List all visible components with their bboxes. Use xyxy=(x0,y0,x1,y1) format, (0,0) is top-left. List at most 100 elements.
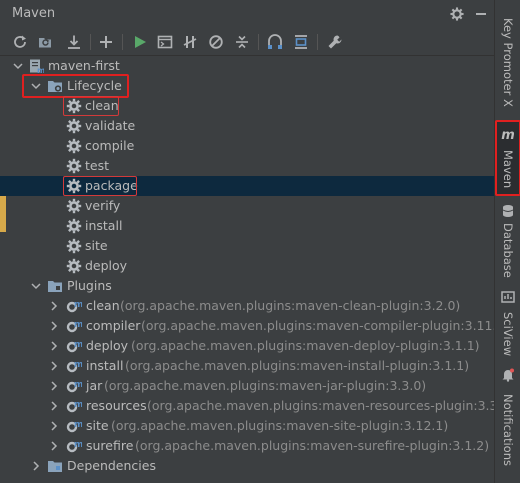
goal-label: verify xyxy=(85,198,121,213)
folder-plugin-icon xyxy=(48,281,62,292)
maven-tool-window: Maven m maven-first Lifecycle clean vali… xyxy=(0,0,514,483)
tree-node-plugins[interactable]: Plugins xyxy=(0,276,494,296)
download-icon[interactable] xyxy=(64,32,84,52)
settings-wrench-icon[interactable] xyxy=(325,32,345,52)
plugins-label: Plugins xyxy=(67,278,112,293)
run-icon[interactable] xyxy=(130,32,150,52)
chevron-down-icon[interactable] xyxy=(11,59,25,73)
maven-plugin-icon: m xyxy=(66,340,82,353)
gear-icon[interactable] xyxy=(448,5,466,23)
svg-text:m: m xyxy=(74,420,82,430)
maven-plugin-icon: m xyxy=(66,420,82,433)
reload-icon[interactable] xyxy=(10,32,30,52)
lifecycle-goal[interactable]: validate xyxy=(0,116,494,136)
gear-icon xyxy=(66,158,82,174)
svg-text:m: m xyxy=(74,340,82,350)
plugin-name: deploy xyxy=(86,338,129,353)
lifecycle-goal[interactable]: site xyxy=(0,236,494,256)
maven-plugin-icon: m xyxy=(66,380,82,393)
lifecycle-goal[interactable]: compile xyxy=(0,136,494,156)
plugin-name: resources xyxy=(86,398,147,413)
add-icon[interactable] xyxy=(96,32,116,52)
maven-logo-icon: m xyxy=(501,128,515,143)
tab-key-promoter-x[interactable]: Key Promoter X xyxy=(495,8,520,116)
plugin-item[interactable]: m deploy (org.apache.maven.plugins:maven… xyxy=(0,336,494,356)
lifecycle-goal[interactable]: deploy xyxy=(0,256,494,276)
tool-window-title: Maven xyxy=(12,6,56,21)
plugin-item[interactable]: m resources (org.apache.maven.plugins:ma… xyxy=(0,396,514,416)
tool-window-header: Maven xyxy=(0,0,494,28)
tree-node-dependencies[interactable]: Dependencies xyxy=(0,456,494,476)
plugin-detail: (org.apache.maven.plugins:maven-install-… xyxy=(125,358,470,373)
execute-goal-icon[interactable] xyxy=(155,32,175,52)
plugin-name: compiler xyxy=(86,318,141,333)
gear-icon xyxy=(66,118,82,134)
folder-dependencies-icon xyxy=(48,461,62,472)
dependencies-label: Dependencies xyxy=(67,458,156,473)
lifecycle-goal[interactable]: test xyxy=(0,156,494,176)
tree-node-project[interactable]: m maven-first xyxy=(0,56,494,76)
goal-label: compile xyxy=(85,138,135,153)
maven-plugin-icon: m xyxy=(66,360,82,373)
plugin-detail: (org.apache.maven.plugins:maven-surefire… xyxy=(135,438,490,453)
minimize-icon[interactable] xyxy=(472,5,490,23)
align-icon[interactable] xyxy=(291,32,311,52)
show-dependencies-icon[interactable] xyxy=(265,32,285,52)
plugin-item[interactable]: m site (org.apache.maven.plugins:maven-s… xyxy=(0,416,494,436)
goal-label: test xyxy=(85,158,110,173)
plugin-item[interactable]: m jar (org.apache.maven.plugins:maven-ja… xyxy=(0,376,494,396)
tab-notifications[interactable]: Notifications xyxy=(495,384,520,476)
tab-database[interactable]: Database xyxy=(495,220,520,280)
plugin-detail: (org.apache.maven.plugins:maven-jar-plug… xyxy=(104,378,427,393)
lifecycle-goal[interactable]: install xyxy=(0,216,494,236)
svg-text:m: m xyxy=(74,380,82,390)
maven-plugin-icon: m xyxy=(66,300,82,313)
toggle-offline-icon[interactable] xyxy=(180,32,200,52)
maven-project-icon: m xyxy=(30,59,44,74)
chevron-right-icon[interactable] xyxy=(47,419,61,433)
sciview-icon xyxy=(501,291,515,303)
skip-tests-icon[interactable] xyxy=(206,32,226,52)
chevron-right-icon[interactable] xyxy=(47,319,61,333)
gear-icon xyxy=(66,258,82,274)
maven-plugin-icon: m xyxy=(66,440,82,453)
maven-plugin-icon: m xyxy=(66,400,82,413)
plugin-name: clean xyxy=(86,298,120,313)
chevron-right-icon[interactable] xyxy=(47,299,61,313)
lifecycle-goal[interactable]: verify xyxy=(0,196,494,216)
clean-highlight-box xyxy=(63,96,119,116)
project-label: maven-first xyxy=(48,58,120,73)
chevron-right-icon[interactable] xyxy=(47,399,61,413)
chevron-right-icon[interactable] xyxy=(47,439,61,453)
tab-maven[interactable]: m Maven xyxy=(495,120,520,196)
plugin-detail: (org.apache.maven.plugins:maven-resource… xyxy=(147,398,515,413)
chevron-down-icon[interactable] xyxy=(29,279,43,293)
plugin-name: surefire xyxy=(86,438,134,453)
plugin-detail: (org.apache.maven.plugins:maven-compiler… xyxy=(141,318,510,333)
plugin-detail: (org.apache.maven.plugins:maven-deploy-p… xyxy=(131,338,480,353)
chevron-right-icon[interactable] xyxy=(47,339,61,353)
tab-sciview[interactable]: SciView xyxy=(495,306,520,362)
plugin-item[interactable]: m surefire (org.apache.maven.plugins:mav… xyxy=(0,436,494,456)
database-icon xyxy=(502,205,514,217)
plugin-item[interactable]: m clean (org.apache.maven.plugins:maven-… xyxy=(0,296,494,316)
plugin-item[interactable]: m compiler (org.apache.maven.plugins:mav… xyxy=(0,316,509,336)
gear-icon xyxy=(66,218,82,234)
gear-icon xyxy=(66,238,82,254)
chevron-right-icon[interactable] xyxy=(47,379,61,393)
plugin-item[interactable]: m install (org.apache.maven.plugins:mave… xyxy=(0,356,494,376)
maven-plugin-icon: m xyxy=(66,320,82,333)
chevron-right-icon[interactable] xyxy=(29,459,43,473)
maven-toolbar xyxy=(0,28,494,56)
plugin-detail: (org.apache.maven.plugins:maven-site-plu… xyxy=(111,418,449,433)
svg-text:m: m xyxy=(37,66,44,74)
plugin-detail: (org.apache.maven.plugins:maven-clean-pl… xyxy=(120,298,461,313)
lifecycle-highlight-box xyxy=(22,74,129,98)
chevron-right-icon[interactable] xyxy=(47,359,61,373)
plugin-name: install xyxy=(86,358,124,373)
generate-sources-icon[interactable] xyxy=(36,32,56,52)
svg-text:m: m xyxy=(74,320,82,330)
svg-text:m: m xyxy=(74,300,82,310)
collapse-icon[interactable] xyxy=(232,32,252,52)
svg-text:m: m xyxy=(74,400,82,410)
